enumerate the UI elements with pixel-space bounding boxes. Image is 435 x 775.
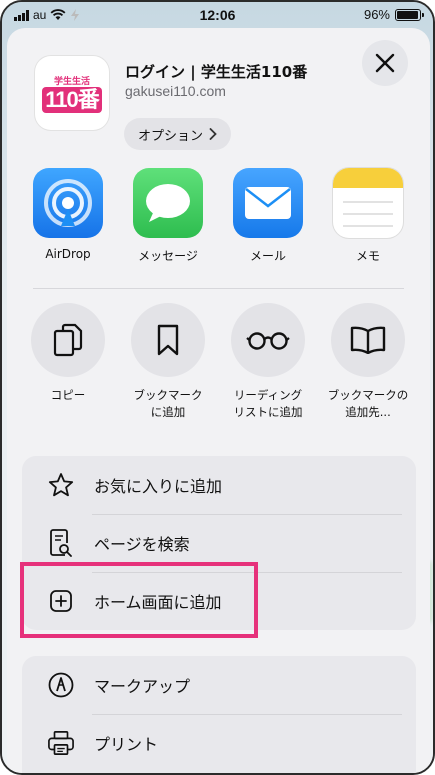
list-item-label: ホーム画面に追加 xyxy=(94,593,222,612)
list-item-label: ページを検索 xyxy=(94,535,190,554)
status-right: 96% xyxy=(363,7,424,22)
options-label: オプション xyxy=(138,128,204,144)
page-domain: gakusei110.com xyxy=(125,83,226,99)
chevron-right-icon xyxy=(209,128,217,140)
messages-icon xyxy=(133,168,203,238)
action-add-bookmark[interactable]: ブックマーク に追加 xyxy=(118,303,218,421)
share-app-label: メール xyxy=(249,249,286,263)
printer-icon xyxy=(48,730,74,756)
action-label: ブックマーク に追加 xyxy=(133,388,203,419)
share-app-label: メッセージ xyxy=(138,249,198,263)
share-app-notes[interactable]: メモ xyxy=(323,168,413,264)
action-label: ブックマークの 追加先... xyxy=(327,388,409,419)
mail-icon xyxy=(233,168,303,238)
share-app-airdrop[interactable]: AirDrop xyxy=(23,168,113,261)
close-button[interactable] xyxy=(362,40,408,86)
share-app-label: メモ xyxy=(355,249,380,263)
list-item-label: お気に入りに追加 xyxy=(94,477,223,496)
action-reading-list[interactable]: リーディング リストに追加 xyxy=(218,303,318,421)
list-item-markup[interactable]: マークアップ xyxy=(22,656,416,714)
action-copy[interactable]: コピー xyxy=(18,303,118,404)
section-divider xyxy=(33,288,404,289)
actions-list-2: マークアップ プリント xyxy=(22,656,416,773)
share-sheet: 学生生活 110番 ログイン | 学生生活110番 gakusei110.com… xyxy=(7,28,430,773)
star-icon xyxy=(48,472,74,498)
share-apps-row: AirDrop メッセージ メール メモ xyxy=(7,168,430,278)
status-bar: au 12:06 96% xyxy=(2,2,433,28)
list-item-find-on-page[interactable]: ページを検索 xyxy=(22,514,416,572)
share-app-mail[interactable]: メール xyxy=(223,168,313,264)
page-title: ログイン | 学生生活110番 xyxy=(125,63,308,81)
share-actions-row: コピー ブックマーク に追加 リーディング リストに追加 ブックマークの 追加先… xyxy=(7,303,430,453)
add-square-icon xyxy=(48,588,74,614)
glasses-icon xyxy=(231,303,305,377)
site-icon-line2: 110番 xyxy=(42,86,102,113)
battery-percent: 96% xyxy=(363,7,390,22)
copy-icon xyxy=(31,303,105,377)
actions-list-1: お気に入りに追加 ページを検索 ホーム画面に追加 xyxy=(22,456,416,630)
share-app-label: AirDrop xyxy=(45,247,91,261)
list-item-add-to-home-screen[interactable]: ホーム画面に追加 xyxy=(22,572,416,630)
battery-icon xyxy=(395,8,424,21)
find-on-page-icon xyxy=(48,529,74,557)
list-item-label: プリント xyxy=(94,735,159,754)
book-icon xyxy=(331,303,405,377)
options-button[interactable]: オプション xyxy=(124,118,232,150)
site-icon: 学生生活 110番 xyxy=(35,56,109,130)
action-label: コピー xyxy=(50,388,86,402)
bookmark-icon xyxy=(131,303,205,377)
airdrop-icon xyxy=(33,168,103,238)
list-item-label: マークアップ xyxy=(94,677,191,696)
list-item-add-favorites[interactable]: お気に入りに追加 xyxy=(22,456,416,514)
close-icon xyxy=(375,53,395,73)
action-bookmark-to[interactable]: ブックマークの 追加先... xyxy=(318,303,418,421)
share-app-messages[interactable]: メッセージ xyxy=(123,168,213,264)
markup-icon xyxy=(48,672,74,698)
phone-screen: au 12:06 96% 学生生活 110番 ログイン | 学生生活110番 g… xyxy=(0,0,435,775)
notes-icon xyxy=(333,168,403,238)
action-label: リーディング リストに追加 xyxy=(233,388,303,419)
site-icon-line1: 学生生活 xyxy=(53,75,90,86)
list-item-print[interactable]: プリント xyxy=(22,714,416,772)
